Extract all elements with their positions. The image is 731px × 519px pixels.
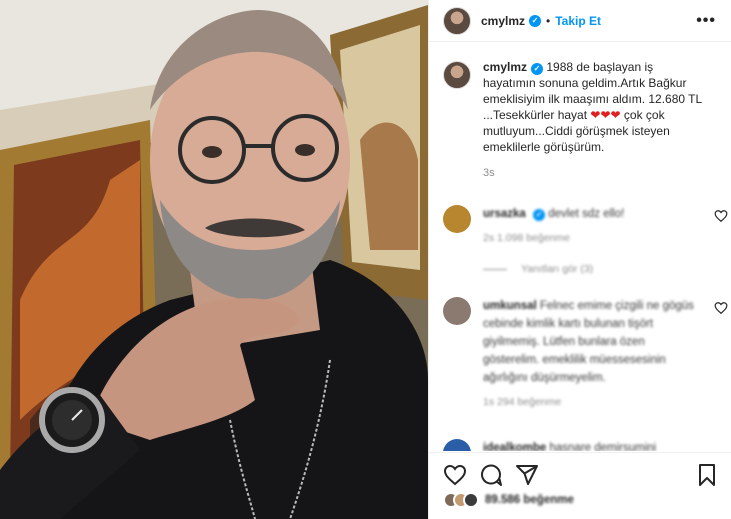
bookmark-icon[interactable] (695, 463, 719, 487)
caption-body: cmylmz ✓ 1988 de başlayan iş hayatımın so… (483, 59, 703, 181)
caption-avatar[interactable] (443, 61, 471, 89)
replies-line (483, 268, 507, 270)
comment-body: idealkombe hasnare demirsumini (483, 439, 703, 451)
heart-icon[interactable] (714, 209, 728, 223)
author-avatar[interactable] (443, 6, 471, 35)
comment-item: umkunsal Felnec emime çizgili ne gögüs c… (443, 297, 728, 411)
commenter-username[interactable]: umkunsal (483, 300, 537, 312)
likes-row[interactable]: 89.586 beğenme (443, 492, 574, 508)
comment-item: idealkombe hasnare demirsumini (443, 439, 728, 451)
share-icon[interactable] (515, 463, 539, 487)
commenter-avatar[interactable] (443, 205, 471, 233)
post-sidebar: cmylmz ✓ • Takip Et ••• cmylmz ✓ 1988 de … (428, 0, 731, 519)
post-photo[interactable] (0, 0, 428, 519)
caption: cmylmz ✓ 1988 de başlayan iş hayatımın so… (443, 59, 718, 181)
commenter-username[interactable]: ursazka (483, 208, 526, 220)
heart-icon[interactable] (714, 301, 728, 315)
comment-body: umkunsal Felnec emime çizgili ne gögüs c… (483, 297, 703, 411)
comment-icon[interactable] (479, 463, 503, 487)
comment-text: Felnec emime çizgili ne gögüs cebinde ki… (483, 300, 694, 384)
follow-button[interactable]: Takip Et (555, 14, 601, 28)
view-replies[interactable]: Yanıtları gör (3) (483, 263, 593, 275)
comment-text: hasnare demirsumini (549, 442, 657, 451)
commenter-username[interactable]: idealkombe (483, 442, 546, 451)
author-username[interactable]: cmylmz (481, 14, 525, 28)
heart-emojis: ❤❤❤ (590, 108, 621, 122)
photo-illustration (0, 0, 428, 519)
replies-label[interactable]: Yanıtları gör (3) (521, 263, 593, 275)
more-icon[interactable]: ••• (696, 12, 716, 30)
instagram-post: cmylmz ✓ • Takip Et ••• cmylmz ✓ 1988 de … (0, 0, 731, 519)
likes-count[interactable]: 89.586 beğenme (485, 494, 574, 506)
comment-meta[interactable]: 2s 1.098 beğenme (483, 229, 703, 247)
comment-text: devlet sdz ello! (548, 208, 625, 220)
comments-area[interactable]: cmylmz ✓ 1988 de başlayan iş hayatımın so… (429, 43, 731, 451)
commenter-avatar[interactable] (443, 439, 471, 451)
header-separator: • (546, 13, 551, 28)
post-header: cmylmz ✓ • Takip Et ••• (429, 0, 731, 42)
caption-time: 3s (483, 167, 495, 179)
comment-body: ursazka ✓ devlet sdz ello! 2s 1.098 beğe… (483, 205, 703, 247)
commenter-avatar[interactable] (443, 297, 471, 325)
caption-username[interactable]: cmylmz (483, 60, 527, 74)
liker-avatar (463, 492, 479, 508)
comment-item: ursazka ✓ devlet sdz ello! 2s 1.098 beğe… (443, 205, 728, 247)
heart-icon[interactable] (443, 463, 467, 487)
verified-icon: ✓ (531, 63, 544, 75)
comment-meta[interactable]: 1s 294 beğenme (483, 393, 703, 411)
verified-icon: ✓ (529, 14, 542, 27)
action-bar (429, 452, 731, 492)
verified-icon: ✓ (533, 209, 546, 221)
